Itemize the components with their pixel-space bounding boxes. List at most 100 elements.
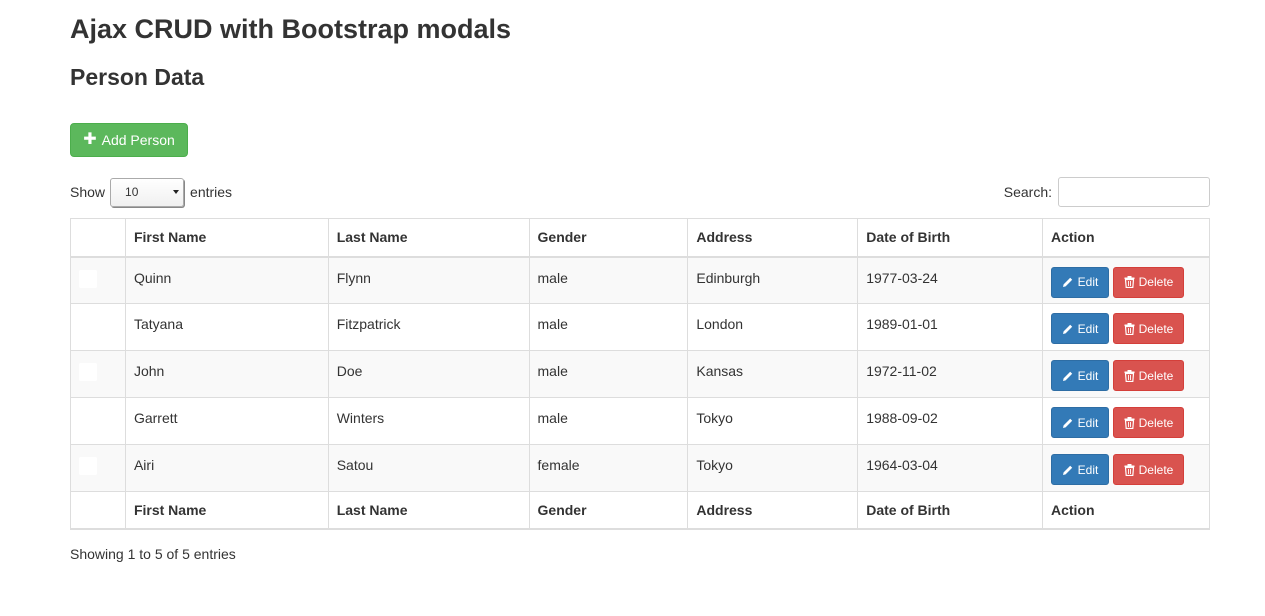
search-label: Search: <box>1003 184 1052 200</box>
plus-icon: ✚ <box>83 131 97 148</box>
table-row: Airi Satou female Tokyo 1964-03-04 Edit D… <box>70 444 1211 492</box>
row-select-cell <box>70 303 126 351</box>
date-of-birth-cell: 1977-03-24 <box>857 256 1043 304</box>
delete-label: Delete <box>1138 321 1174 336</box>
entries-length-control: Show 10 entries <box>70 177 232 207</box>
trash-icon <box>1124 369 1135 382</box>
delete-button[interactable]: Delete <box>1112 313 1184 344</box>
column-header-select <box>70 218 126 257</box>
entries-length-select[interactable]: 10 <box>110 177 185 207</box>
edit-label: Edit <box>1077 368 1099 383</box>
add-person-label: Add Person <box>101 132 175 148</box>
trash-icon <box>1124 276 1135 288</box>
search-input[interactable] <box>1058 177 1210 207</box>
gender-cell: male <box>528 256 689 304</box>
action-cell: Edit Delete <box>1041 256 1211 304</box>
delete-button[interactable]: Delete <box>1112 360 1184 391</box>
last-name-cell: Satou <box>327 444 530 492</box>
row-select-cell <box>70 397 126 445</box>
trash-icon <box>1124 463 1135 476</box>
entries-label: entries <box>190 184 233 200</box>
last-name-cell: Winters <box>327 397 530 445</box>
first-name-cell: Tatyana <box>124 303 329 351</box>
trash-icon <box>1124 416 1135 429</box>
edit-label: Edit <box>1077 462 1099 477</box>
gender-cell: male <box>528 350 689 398</box>
person-table: First Name Last Name Gender Address Date… <box>70 218 1211 530</box>
address-cell: Tokyo <box>687 444 859 492</box>
edit-label: Edit <box>1077 275 1099 289</box>
column-header-action: Action <box>1041 218 1211 257</box>
delete-button[interactable]: Delete <box>1112 407 1184 438</box>
footer-address: Address <box>687 491 859 529</box>
edit-label: Edit <box>1077 321 1099 336</box>
delete-label: Delete <box>1138 368 1174 383</box>
pencil-icon <box>1062 324 1072 334</box>
action-cell: Edit Delete <box>1041 303 1211 351</box>
gender-cell: male <box>528 303 689 351</box>
delete-button[interactable]: Delete <box>1112 266 1184 298</box>
footer-gender: Gender <box>528 491 689 529</box>
delete-label: Delete <box>1138 462 1174 477</box>
search-control: Search: <box>1004 177 1210 207</box>
last-name-cell: Flynn <box>327 256 530 304</box>
address-cell: Kansas <box>687 350 859 398</box>
row-checkbox[interactable] <box>79 457 97 475</box>
column-header-date-of-birth[interactable]: Date of Birth <box>857 218 1043 257</box>
row-select-cell <box>70 444 126 492</box>
date-of-birth-cell: 1988-09-02 <box>857 397 1043 445</box>
date-of-birth-cell: 1964-03-04 <box>857 444 1043 492</box>
address-cell: Edinburgh <box>687 256 859 304</box>
table-info: Showing 1 to 5 of 5 entries <box>70 546 236 562</box>
row-select-cell <box>70 350 126 398</box>
edit-button[interactable]: Edit <box>1050 313 1109 344</box>
row-checkbox[interactable] <box>79 269 97 288</box>
table-row: Garrett Winters male Tokyo 1988-09-02 Ed… <box>70 397 1211 445</box>
column-header-address[interactable]: Address <box>687 218 859 257</box>
date-of-birth-cell: 1989-01-01 <box>857 303 1043 351</box>
column-header-first-name[interactable]: First Name <box>124 218 329 257</box>
first-name-cell: Airi <box>124 444 329 492</box>
address-cell: London <box>687 303 859 351</box>
trash-icon <box>1124 322 1135 335</box>
footer-select <box>70 491 126 529</box>
pencil-icon <box>1062 465 1072 475</box>
last-name-cell: Fitzpatrick <box>327 303 530 351</box>
action-cell: Edit Delete <box>1041 350 1211 398</box>
footer-date-of-birth: Date of Birth <box>857 491 1043 529</box>
delete-label: Delete <box>1138 275 1174 289</box>
action-cell: Edit Delete <box>1041 444 1211 492</box>
table-row: John Doe male Kansas 1972-11-02 Edit Dele… <box>70 350 1211 398</box>
show-label: Show <box>70 184 106 200</box>
section-title: Person Data <box>70 64 205 90</box>
first-name-cell: John <box>124 350 329 398</box>
pencil-icon <box>1062 277 1072 287</box>
entries-length-value: 10 <box>125 185 139 199</box>
column-header-gender[interactable]: Gender <box>528 218 689 257</box>
edit-button[interactable]: Edit <box>1050 407 1109 438</box>
column-header-last-name[interactable]: Last Name <box>327 218 530 257</box>
table-header-row: First Name Last Name Gender Address Date… <box>70 218 1211 257</box>
delete-label: Delete <box>1138 415 1174 430</box>
delete-button[interactable]: Delete <box>1112 454 1184 485</box>
edit-button[interactable]: Edit <box>1050 360 1109 391</box>
gender-cell: female <box>528 444 689 492</box>
chevron-down-icon <box>173 190 180 194</box>
edit-button[interactable]: Edit <box>1050 454 1109 485</box>
footer-first-name: First Name <box>124 491 329 529</box>
table-row: Quinn Flynn male Edinburgh 1977-03-24 Ed… <box>70 256 1211 304</box>
last-name-cell: Doe <box>327 350 530 398</box>
first-name-cell: Garrett <box>124 397 329 445</box>
page-title: Ajax CRUD with Bootstrap modals <box>70 14 512 44</box>
pencil-icon <box>1062 418 1072 428</box>
add-person-button[interactable]: ✚ Add Person <box>70 123 188 157</box>
table-row: Tatyana Fitzpatrick male London 1989-01-… <box>70 303 1211 351</box>
row-checkbox[interactable] <box>79 363 97 381</box>
page: Ajax CRUD with Bootstrap modals Person D… <box>0 0 1265 616</box>
gender-cell: male <box>528 397 689 445</box>
pencil-icon <box>1062 371 1072 381</box>
table-footer-row: First Name Last Name Gender Address Date… <box>70 491 1211 529</box>
edit-button[interactable]: Edit <box>1050 266 1109 298</box>
address-cell: Tokyo <box>687 397 859 445</box>
footer-action: Action <box>1041 491 1211 529</box>
